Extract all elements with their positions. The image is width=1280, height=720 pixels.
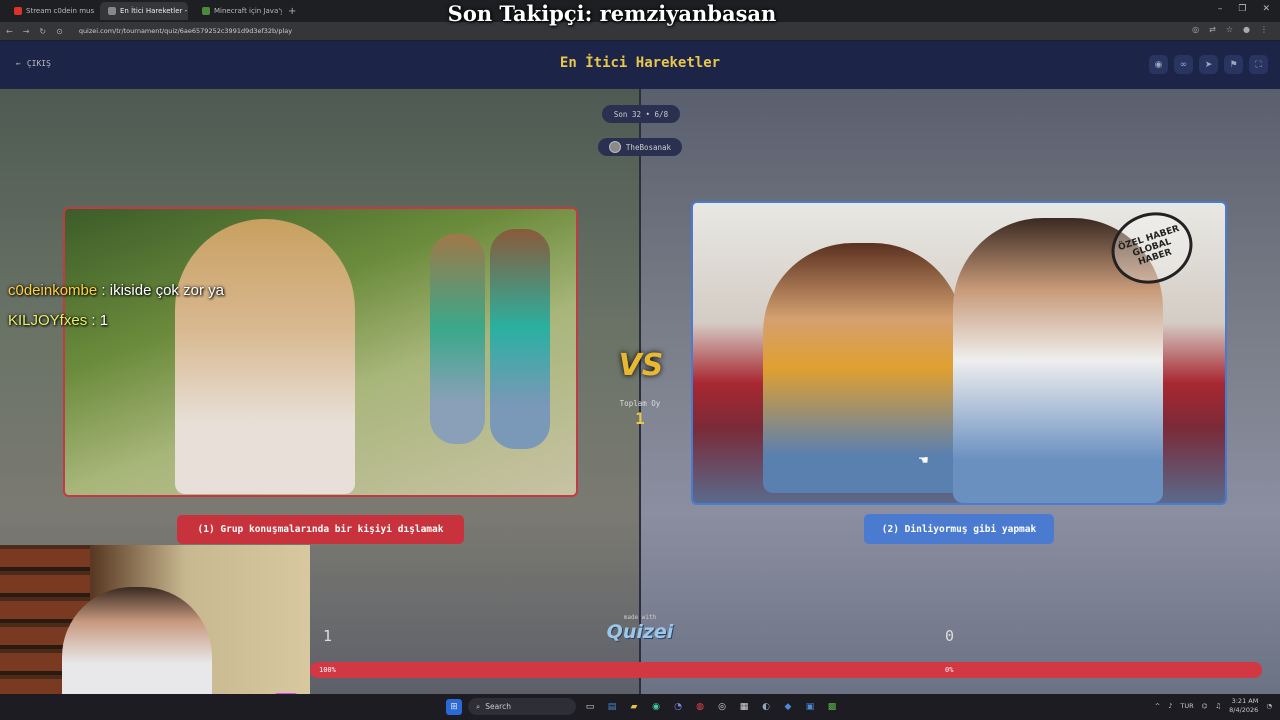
chat-username: KILJOYfxes (8, 312, 88, 329)
profile-icon[interactable]: ● (1243, 25, 1250, 34)
made-with-badge[interactable]: made with Quizei (600, 614, 680, 643)
avatar (608, 141, 621, 153)
app-icon[interactable]: ◆ (780, 699, 796, 715)
chat-text: : 1 (87, 312, 109, 329)
girl-figure (175, 219, 355, 494)
browser-icon[interactable]: ◉ (648, 699, 664, 715)
clock[interactable]: 3:21 AM 8/4/2026 (1229, 697, 1258, 715)
mouse-cursor-icon: ☚ (918, 453, 929, 467)
header-actions: ◉ ∞ ➤ ⚑ ⛶ (1149, 55, 1268, 74)
network-icon[interactable]: ⌬ (1202, 702, 1208, 710)
windows-taskbar: ⊞ ⌕ Search ▭ ▤ ▰ ◉ ◔ ◍ ◎ ▦ ◐ ◆ ▣ ▩ ^ ♪ T… (0, 694, 1280, 720)
send-icon[interactable]: ➤ (1199, 55, 1218, 74)
left-option-image (65, 209, 576, 495)
vs-icon: VS (618, 348, 664, 383)
windows-start-icon[interactable]: ⊞ (446, 698, 462, 715)
left-option-button[interactable]: (1) Grup konuşmalarında bir kişiyi dışla… (177, 515, 464, 544)
close-button[interactable]: ✕ (1262, 4, 1270, 14)
mic-icon[interactable]: ♪ (1168, 702, 1172, 710)
minecraft-icon[interactable]: ▩ (824, 699, 840, 715)
notification-icon[interactable]: ◔ (1266, 702, 1272, 710)
time: 3:21 AM (1231, 697, 1259, 705)
maximize-button[interactable]: ❐ (1238, 4, 1246, 14)
screen: Stream c0dein music | En İtici Hareketle… (0, 0, 1280, 720)
total-votes-label: Toplam Oy (619, 399, 661, 408)
eye-icon[interactable]: ◉ (1149, 55, 1168, 74)
right-option-image: ÖZEL HABER GLOBAL HABER ☚ (693, 203, 1225, 503)
file-explorer-icon[interactable]: ▰ (626, 699, 642, 715)
stream-overlay-title: Son Takipçi: remziyanbasan (447, 1, 777, 26)
right-option-button[interactable]: (2) Dinliyormuş gibi yapmak (864, 514, 1054, 544)
right-score: 0 (945, 627, 955, 645)
language-indicator[interactable]: TUR (1180, 702, 1193, 710)
chevron-up-icon[interactable]: ^ (1155, 702, 1160, 710)
window-controls: – ❐ ✕ (1218, 4, 1270, 14)
whispering-girl-figure (490, 229, 550, 449)
right-option-card[interactable]: ÖZEL HABER GLOBAL HABER ☚ (691, 201, 1227, 505)
chat-overlay: c0deinkombe : ikiside çok zor ya KILJOYf… (8, 276, 224, 336)
vote-progress-fill (310, 662, 1262, 678)
center-divider (639, 89, 641, 694)
chat-message: c0deinkombe : ikiside çok zor ya (8, 276, 224, 306)
woman-figure (763, 243, 963, 493)
vote-progress-bar: 100% 0% (310, 662, 1262, 678)
user-name: TheBosanak (625, 142, 672, 152)
quizei-logo: Quizei (606, 621, 674, 643)
left-option-card[interactable] (63, 207, 578, 497)
taskbar-search[interactable]: ⌕ Search (468, 698, 576, 715)
whispering-girl-figure (430, 234, 485, 444)
address-bar[interactable]: quizei.com/tr/tournament/quiz/6ae6579252… (79, 27, 292, 35)
made-with-label: made with (623, 614, 657, 621)
steam-icon[interactable]: ◐ (758, 699, 774, 715)
taskbar-apps: ⊞ ⌕ Search ▭ ▤ ▰ ◉ ◔ ◍ ◎ ▦ ◐ ◆ ▣ ▩ (446, 698, 840, 715)
quiz-header: ← ÇIKIŞ En İtici Hareketler ◉ ∞ ➤ ⚑ ⛶ (0, 41, 1280, 89)
search-placeholder: Search (485, 702, 511, 711)
left-percent-label: 100% (319, 666, 336, 674)
link-icon[interactable]: ∞ (1174, 55, 1193, 74)
system-tray: ^ ♪ TUR ⌬ ♫ 3:21 AM 8/4/2026 ◔ (1155, 697, 1272, 715)
left-score: 1 (323, 627, 333, 645)
fullscreen-icon[interactable]: ⛶ (1249, 55, 1268, 74)
date: 8/4/2026 (1229, 706, 1259, 714)
chat-text: : ikiside çok zor ya (97, 282, 224, 299)
stamp-text: ÖZEL HABER GLOBAL HABER (1117, 223, 1181, 268)
right-percent-label: 0% (945, 666, 954, 674)
chrome-icon[interactable]: ◍ (692, 699, 708, 715)
chat-username: c0deinkombe (8, 282, 98, 299)
quiz-title: En İtici Hareketler (559, 55, 721, 71)
search-icon: ⌕ (476, 701, 481, 711)
total-votes-value: 1 (635, 409, 645, 428)
user-pill: TheBosanak (598, 138, 682, 156)
discord-icon[interactable]: ◔ (670, 699, 686, 715)
app-icon[interactable]: ▦ (736, 699, 752, 715)
obs-icon[interactable]: ◎ (714, 699, 730, 715)
widgets-icon[interactable]: ▤ (604, 699, 620, 715)
menu-icon[interactable]: ⋮ (1260, 25, 1268, 34)
bookmark-icon[interactable]: ☆ (1226, 25, 1233, 34)
round-pill: Son 32 • 6/8 (602, 105, 680, 123)
volume-icon[interactable]: ♫ (1215, 702, 1221, 710)
chat-message: KILJOYfxes : 1 (8, 306, 224, 336)
app-icon[interactable]: ▣ (802, 699, 818, 715)
task-view-icon[interactable]: ▭ (582, 699, 598, 715)
flag-icon[interactable]: ⚑ (1224, 55, 1243, 74)
